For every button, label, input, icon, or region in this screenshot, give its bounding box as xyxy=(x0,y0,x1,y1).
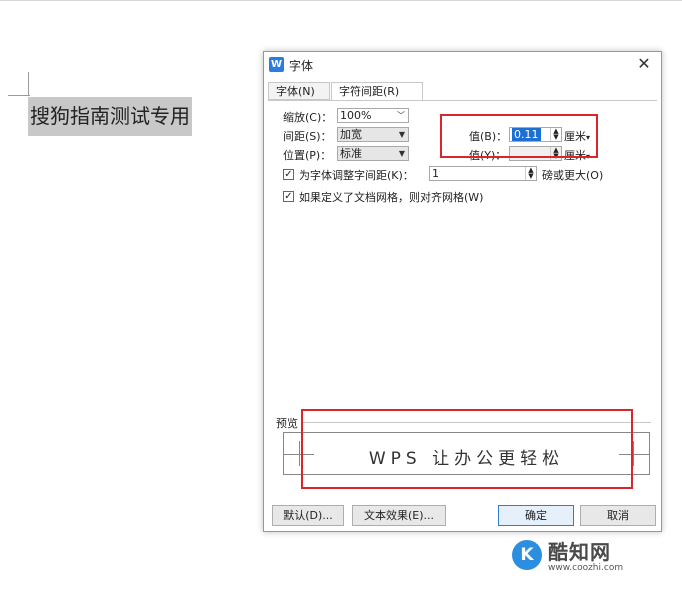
dialog-titlebar: W 字体 ✕ xyxy=(264,52,661,78)
scale-value: 100% xyxy=(340,109,372,122)
kerning-value: 1 xyxy=(432,167,439,180)
spacing-select[interactable]: 加宽 ▼ xyxy=(337,127,409,142)
position-select[interactable]: 标准 ▼ xyxy=(337,146,409,161)
site-watermark: K 酷知网 www.coozhi.com xyxy=(504,532,664,582)
position-value: 标准 xyxy=(340,147,362,160)
font-dialog: W 字体 ✕ 字体(N) 字符间距(R) 缩放(C)： 100% ﹀ 间距(S)… xyxy=(263,51,662,532)
crop-mark-horizontal xyxy=(8,95,30,96)
kerning-input[interactable]: 1 ▲ ▼ xyxy=(429,166,537,181)
chevron-down-icon: ﹀ xyxy=(397,111,405,120)
grid-checkbox[interactable]: ✓ xyxy=(283,191,294,202)
highlight-spacing-value xyxy=(440,114,598,158)
document-selected-text[interactable]: 搜狗指南测试专用 xyxy=(28,97,192,136)
tab-panel-border xyxy=(268,100,657,101)
dialog-title: 字体 xyxy=(289,59,314,73)
tab-font[interactable]: 字体(N) xyxy=(268,82,330,100)
watermark-url: www.coozhi.com xyxy=(548,563,624,573)
scale-select[interactable]: 100% ﹀ xyxy=(337,108,409,123)
dropdown-arrow-icon: ▼ xyxy=(398,130,405,139)
ok-button[interactable]: 确定 xyxy=(498,505,574,526)
tab-character-spacing[interactable]: 字符间距(R) xyxy=(331,82,423,101)
text-effects-button[interactable]: 文本效果(E)... xyxy=(352,505,446,526)
close-icon[interactable]: ✕ xyxy=(635,55,653,73)
crop-mark-vertical xyxy=(28,72,29,96)
spin-icon[interactable]: ▲ ▼ xyxy=(525,167,536,180)
page-top-border xyxy=(0,0,682,1)
watermark-name: 酷知网 xyxy=(548,540,611,564)
grid-label: 如果定义了文档网格，则对齐网格(W) xyxy=(299,191,484,204)
default-button[interactable]: 默认(D)... xyxy=(272,505,344,526)
kerning-checkbox[interactable]: ✓ xyxy=(283,169,294,180)
kerning-label: 为字体调整字间距(K)： xyxy=(299,169,414,182)
preview-label: 预览 xyxy=(276,417,298,430)
kerning-suffix: 磅或更大(O) xyxy=(542,169,604,182)
scale-label: 缩放(C)： xyxy=(283,111,333,124)
coozhi-logo-icon: K xyxy=(512,540,542,570)
cancel-button[interactable]: 取消 xyxy=(580,505,656,526)
dropdown-arrow-icon: ▼ xyxy=(398,149,405,158)
spacing-value: 加宽 xyxy=(340,128,362,141)
wps-app-icon: W xyxy=(269,57,284,72)
position-label: 位置(P)： xyxy=(283,149,332,162)
spacing-label: 间距(S)： xyxy=(283,130,332,143)
highlight-preview xyxy=(301,409,633,489)
